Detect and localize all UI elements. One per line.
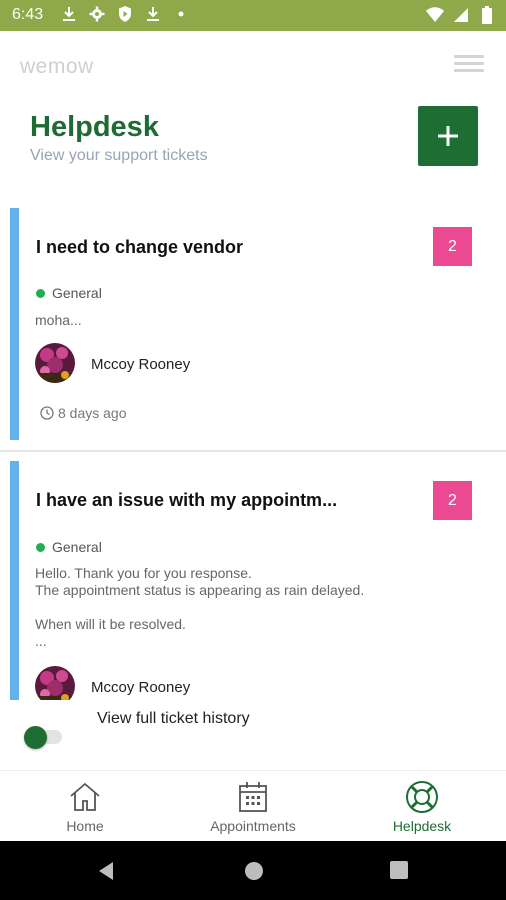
signal-icon (452, 5, 470, 25)
ticket-title: I need to change vendor (36, 237, 244, 257)
ticket-snippet: Hello. Thank you for you response. The a… (35, 565, 365, 649)
notification-icons (60, 4, 190, 24)
status-time: 6:43 (12, 6, 44, 23)
hamburger-menu-button[interactable] (454, 51, 484, 77)
agent-name: Mccoy Rooney (91, 679, 191, 696)
nav-label-home: Home (66, 818, 104, 834)
status-bar: 6:43 (0, 0, 506, 31)
nav-item-home[interactable]: Home (25, 779, 145, 834)
dot-icon (172, 4, 190, 24)
home-icon (25, 779, 145, 815)
app-bar: wemow (0, 31, 506, 101)
category-dot-icon (36, 542, 45, 552)
ticket-card[interactable]: I have an issue with my appointm... 2 Ge… (10, 461, 506, 706)
system-nav-bar (0, 841, 506, 900)
ticket-category: General (36, 539, 102, 555)
new-ticket-button[interactable] (418, 106, 478, 166)
app-logo: wemow (20, 55, 94, 78)
toggle-knob (24, 726, 47, 749)
ticket-card[interactable]: I need to change vendor 2 General moha..… (10, 208, 506, 440)
back-icon (99, 862, 113, 880)
bottom-nav: Home Appointments Helpdesk (0, 770, 506, 841)
message-count-badge: 2 (433, 481, 472, 520)
avatar (35, 343, 75, 383)
category-label: General (52, 285, 102, 301)
page-header: Helpdesk View your support tickets (0, 101, 506, 191)
menu-line (454, 69, 484, 72)
wifi-icon (426, 5, 444, 25)
home-circle-icon (245, 862, 263, 880)
menu-line (454, 62, 484, 65)
battery-icon (478, 5, 496, 25)
page-subtitle: View your support tickets (30, 147, 208, 164)
settings-icon (88, 4, 106, 24)
ticket-category: General (36, 285, 102, 301)
calendar-icon (193, 779, 313, 815)
ticket-accent-bar (10, 461, 19, 706)
nav-label-helpdesk: Helpdesk (392, 818, 452, 834)
history-row: View full ticket history (0, 700, 506, 770)
system-icons (426, 5, 496, 25)
message-count-badge: 2 (433, 227, 472, 266)
ticket-age-label: 8 days ago (58, 405, 127, 421)
nav-item-appointments[interactable]: Appointments (193, 779, 313, 834)
ticket-accent-bar (10, 208, 19, 440)
nav-label-appointments: Appointments (210, 818, 296, 834)
home-button[interactable] (244, 861, 264, 886)
view-history-link[interactable]: View full ticket history (97, 710, 250, 728)
history-toggle[interactable] (24, 726, 64, 749)
ticket-title: I have an issue with my appointm... (36, 490, 338, 510)
divider (0, 450, 506, 452)
category-dot-icon (36, 288, 45, 298)
download-icon (144, 4, 162, 24)
clock-icon (40, 406, 54, 420)
agent-name: Mccoy Rooney (91, 356, 191, 373)
ticket-snippet: moha... (35, 312, 82, 328)
page-title: Helpdesk (30, 111, 159, 143)
play-protect-icon (116, 4, 134, 24)
recents-icon (390, 861, 408, 879)
nav-item-helpdesk[interactable]: Helpdesk (362, 779, 482, 834)
lifebuoy-icon (362, 779, 482, 815)
plus-icon (438, 126, 458, 146)
back-button[interactable] (97, 861, 115, 886)
menu-line (454, 55, 484, 58)
recents-button[interactable] (390, 861, 408, 884)
category-label: General (52, 539, 102, 555)
ticket-age: 8 days ago (40, 405, 127, 421)
download-icon (60, 4, 78, 24)
